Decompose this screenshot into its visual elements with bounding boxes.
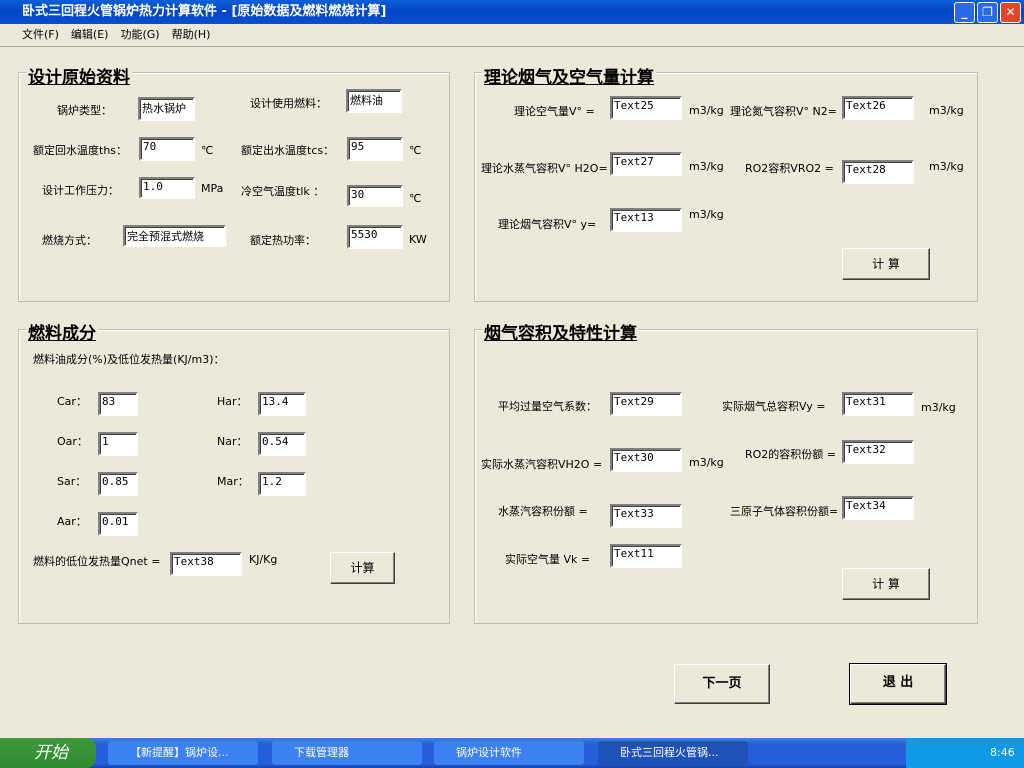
vro2-label: RO2容积VRO2 = bbox=[745, 162, 834, 175]
fuel-field[interactable]: 燃料油 bbox=[346, 89, 402, 113]
vy-field[interactable]: Text31 bbox=[842, 392, 914, 416]
menu-bar: 文件(F) 编辑(E) 功能(G) 帮助(H) bbox=[0, 24, 1024, 46]
vy-label: 理论烟气容积V° y= bbox=[498, 218, 597, 231]
rro2-field[interactable]: Text32 bbox=[842, 440, 914, 464]
har-field[interactable]: 13.4 bbox=[258, 392, 306, 416]
cold-air-label: 冷空气温度tlk ： bbox=[241, 185, 325, 198]
unit-kw: KW bbox=[409, 233, 427, 246]
unit-label: m3/kg bbox=[921, 401, 956, 414]
sar-field[interactable]: 0.85 bbox=[98, 472, 138, 496]
vk-field[interactable]: Text11 bbox=[610, 544, 682, 568]
sar-label: Sar： bbox=[57, 475, 87, 488]
return-temp-label: 额定回水温度ths： bbox=[33, 144, 128, 157]
combustion-field[interactable]: 完全预混式燃烧 bbox=[123, 225, 226, 247]
aar-label: Aar： bbox=[57, 515, 87, 528]
aar-field[interactable]: 0.01 bbox=[98, 512, 138, 536]
mar-field[interactable]: 1.2 bbox=[258, 472, 306, 496]
pressure-label: 设计工作压力： bbox=[42, 184, 119, 197]
cold-air-field[interactable]: 30 bbox=[347, 185, 403, 207]
fuel-calc-button[interactable]: 计算 bbox=[330, 552, 395, 584]
next-page-button[interactable]: 下一页 bbox=[674, 664, 770, 704]
theory-panel-title: 理论烟气及空气量计算 bbox=[482, 63, 656, 88]
combustion-label: 燃烧方式： bbox=[42, 234, 97, 247]
qnet-label: 燃料的低位发热量Qnet = bbox=[33, 555, 161, 568]
flue-calc-button[interactable]: 计 算 bbox=[842, 568, 930, 600]
vy-label: 实际烟气总容积Vy = bbox=[722, 400, 826, 413]
vk-label: 实际空气量 Vk = bbox=[505, 553, 591, 566]
rn-label: 三原子气体容积份额= bbox=[730, 505, 839, 518]
menu-edit[interactable]: 编辑(E) bbox=[65, 28, 115, 41]
menu-file[interactable]: 文件(F) bbox=[0, 28, 65, 41]
unit-label: m3/kg bbox=[689, 456, 724, 469]
taskbar-item[interactable]: 下载管理器 bbox=[272, 741, 422, 765]
taskbar-item-active[interactable]: 卧式三回程火管锅... bbox=[598, 741, 748, 765]
outlet-temp-field[interactable]: 95 bbox=[347, 137, 403, 161]
v0-field[interactable]: Text25 bbox=[610, 96, 682, 120]
minimize-button[interactable]: _ bbox=[954, 2, 975, 23]
menu-function[interactable]: 功能(G) bbox=[114, 28, 165, 41]
unit-label: m3/kg bbox=[689, 208, 724, 221]
menu-help[interactable]: 帮助(H) bbox=[166, 28, 217, 41]
clock: 8:46 bbox=[990, 746, 1015, 759]
start-label: 开始 bbox=[34, 743, 68, 763]
fuel-panel-title: 燃料成分 bbox=[26, 319, 98, 344]
flue-panel-title: 烟气容积及特性计算 bbox=[482, 319, 639, 344]
nar-label: Nar： bbox=[217, 435, 248, 448]
unit-celsius: ℃ bbox=[201, 144, 214, 157]
qnet-unit: KJ/Kg bbox=[249, 553, 278, 566]
vh2o-label: 理论水蒸气容积V° H2O= bbox=[481, 162, 608, 175]
taskbar-item[interactable]: 【新提醒】锅炉设... bbox=[108, 741, 258, 765]
unit-label: m3/kg bbox=[929, 104, 964, 117]
alpha-field[interactable]: Text29 bbox=[610, 392, 682, 416]
pressure-field[interactable]: 1.0 bbox=[139, 177, 195, 199]
car-label: Car： bbox=[57, 395, 87, 408]
mar-label: Mar： bbox=[217, 475, 249, 488]
close-button[interactable]: ✕ bbox=[1000, 2, 1021, 23]
vh2o-field[interactable]: Text30 bbox=[610, 448, 682, 472]
system-tray: 8:46 bbox=[906, 738, 1024, 768]
return-temp-field[interactable]: 70 bbox=[139, 137, 195, 161]
unit-mpa: MPa bbox=[201, 182, 224, 195]
car-field[interactable]: 83 bbox=[98, 392, 138, 416]
exit-button[interactable]: 退 出 bbox=[849, 663, 947, 705]
oar-field[interactable]: 1 bbox=[98, 432, 138, 456]
taskbar: 开始 【新提醒】锅炉设... 下载管理器 锅炉设计软件 卧式三回程火管锅... … bbox=[0, 738, 1024, 768]
alpha-label: 平均过量空气系数： bbox=[498, 400, 597, 413]
restore-button[interactable]: ❐ bbox=[977, 2, 998, 23]
power-field[interactable]: 5530 bbox=[347, 225, 403, 249]
window-title: 卧式三回程火管锅炉热力计算软件 - [原始数据及燃料燃烧计算] bbox=[22, 4, 387, 19]
unit-label: m3/kg bbox=[929, 160, 964, 173]
vn2-label: 理论氮气容积V° N2= bbox=[730, 105, 837, 118]
har-label: Har： bbox=[217, 395, 248, 408]
vro2-field[interactable]: Text28 bbox=[842, 160, 914, 184]
fuel-subtitle: 燃料油成分(%)及低位发热量(KJ/m3)： bbox=[33, 353, 225, 366]
start-button[interactable]: 开始 bbox=[0, 738, 96, 768]
unit-celsius: ℃ bbox=[409, 192, 422, 205]
nar-field[interactable]: 0.54 bbox=[258, 432, 306, 456]
oar-label: Oar： bbox=[57, 435, 88, 448]
rh2o-label: 水蒸汽容积份额 = bbox=[498, 505, 588, 518]
design-panel-title: 设计原始资料 bbox=[26, 63, 132, 88]
vy-field[interactable]: Text13 bbox=[610, 208, 682, 232]
theory-calc-button[interactable]: 计 算 bbox=[842, 248, 930, 280]
taskbar-item[interactable]: 锅炉设计软件 bbox=[434, 741, 584, 765]
rro2-label: RO2的容积份额 = bbox=[745, 448, 837, 461]
vh2o-field[interactable]: Text27 bbox=[610, 152, 682, 176]
fuel-label: 设计使用燃料： bbox=[250, 97, 327, 110]
unit-celsius: ℃ bbox=[409, 144, 422, 157]
unit-label: m3/kg bbox=[689, 160, 724, 173]
vn2-field[interactable]: Text26 bbox=[842, 96, 914, 120]
title-bar: 卧式三回程火管锅炉热力计算软件 - [原始数据及燃料燃烧计算] bbox=[0, 0, 1024, 24]
boiler-type-label: 锅炉类型： bbox=[57, 104, 112, 117]
qnet-field[interactable]: Text38 bbox=[170, 552, 242, 576]
power-label: 额定热功率： bbox=[250, 234, 316, 247]
vh2o-label: 实际水蒸汽容积VH2O = bbox=[481, 458, 603, 471]
outlet-temp-label: 额定出水温度tcs： bbox=[241, 144, 335, 157]
boiler-type-field[interactable]: 热水锅炉 bbox=[138, 97, 195, 121]
unit-label: m3/kg bbox=[689, 104, 724, 117]
rn-field[interactable]: Text34 bbox=[842, 496, 914, 520]
v0-label: 理论空气量V° = bbox=[514, 105, 595, 118]
rh2o-field[interactable]: Text33 bbox=[610, 504, 682, 528]
